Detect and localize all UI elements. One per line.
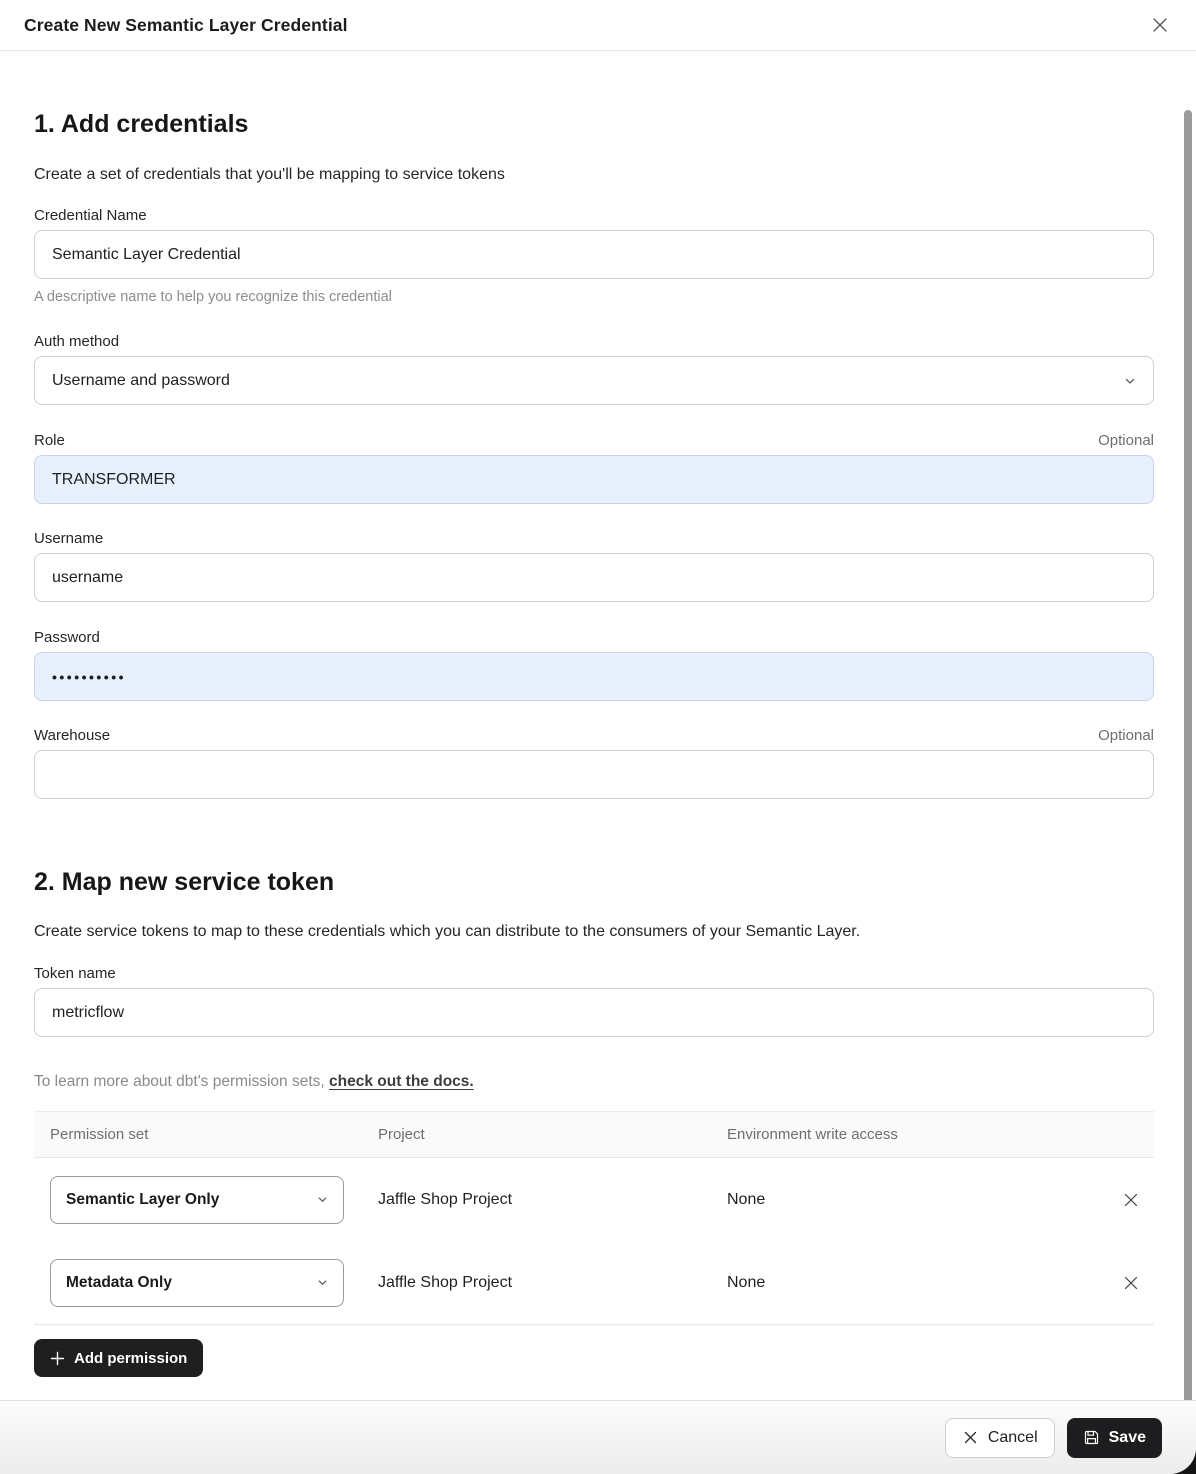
docs-text: To learn more about dbt's permission set…: [34, 1073, 329, 1090]
auth-method-value: Username and password: [52, 372, 230, 390]
credential-name-input[interactable]: [34, 230, 1154, 279]
remove-permission-button[interactable]: [1115, 1184, 1147, 1216]
permission-row: Semantic Layer Only Jaffle Shop Project …: [34, 1158, 1154, 1241]
add-permission-button[interactable]: Add permission: [34, 1339, 203, 1377]
permissions-table-header: Permission set Project Environment write…: [34, 1111, 1154, 1158]
cancel-button[interactable]: Cancel: [945, 1418, 1055, 1458]
token-name-label: Token name: [34, 963, 116, 984]
header-env-write-access: Environment write access: [727, 1126, 1108, 1143]
cancel-label: Cancel: [988, 1429, 1038, 1447]
chevron-down-icon: [316, 1276, 329, 1289]
username-label: Username: [34, 528, 103, 549]
create-credential-modal: Create New Semantic Layer Credential 1. …: [0, 0, 1196, 1474]
save-label: Save: [1109, 1429, 1146, 1447]
docs-line: To learn more about dbt's permission set…: [34, 1072, 1154, 1092]
role-input[interactable]: [34, 455, 1154, 504]
close-button[interactable]: [1146, 11, 1174, 39]
scrollbar-thumb[interactable]: [1184, 110, 1192, 1410]
header-permission-set: Permission set: [34, 1126, 378, 1143]
header-project: Project: [378, 1126, 727, 1143]
x-icon: [962, 1429, 979, 1446]
permission-set-value: Semantic Layer Only: [66, 1191, 219, 1209]
modal-title: Create New Semantic Layer Credential: [24, 15, 348, 36]
password-label: Password: [34, 627, 100, 648]
add-permission-label: Add permission: [74, 1350, 187, 1367]
remove-permission-button[interactable]: [1115, 1267, 1147, 1299]
section1-description: Create a set of credentials that you'll …: [34, 164, 1154, 185]
warehouse-optional-tag: Optional: [1098, 725, 1154, 746]
credential-name-helper: A descriptive name to help you recognize…: [34, 288, 1154, 307]
role-optional-tag: Optional: [1098, 430, 1154, 451]
permission-set-select[interactable]: Metadata Only: [50, 1259, 344, 1307]
project-cell: Jaffle Shop Project: [378, 1274, 727, 1292]
token-name-input[interactable]: [34, 988, 1154, 1037]
username-input[interactable]: [34, 553, 1154, 602]
auth-method-label: Auth method: [34, 331, 119, 352]
permission-set-select[interactable]: Semantic Layer Only: [50, 1176, 344, 1224]
role-label: Role: [34, 430, 65, 451]
x-icon: [1121, 1273, 1141, 1293]
password-input[interactable]: [34, 652, 1154, 701]
chevron-down-icon: [1123, 374, 1137, 388]
modal-body: 1. Add credentials Create a set of crede…: [0, 109, 1196, 1377]
section1-heading: 1. Add credentials: [34, 109, 1154, 140]
permissions-table: Permission set Project Environment write…: [34, 1111, 1154, 1325]
close-icon: [1149, 14, 1171, 36]
env-write-access-cell: None: [727, 1191, 1108, 1209]
warehouse-label: Warehouse: [34, 725, 110, 746]
project-cell: Jaffle Shop Project: [378, 1191, 727, 1209]
credential-name-label: Credential Name: [34, 205, 147, 226]
x-icon: [1121, 1190, 1141, 1210]
section2-description: Create service tokens to map to these cr…: [34, 921, 1154, 942]
docs-link[interactable]: check out the docs.: [329, 1073, 474, 1090]
floppy-disk-icon: [1083, 1429, 1100, 1446]
warehouse-input[interactable]: [34, 750, 1154, 799]
modal-header: Create New Semantic Layer Credential: [0, 0, 1196, 51]
permission-row: Metadata Only Jaffle Shop Project None: [34, 1241, 1154, 1324]
section2-heading: 2. Map new service token: [34, 867, 1154, 898]
modal-footer: Cancel Save: [0, 1400, 1196, 1474]
plus-icon: [50, 1351, 65, 1366]
auth-method-select[interactable]: Username and password: [34, 356, 1154, 405]
env-write-access-cell: None: [727, 1274, 1108, 1292]
save-button[interactable]: Save: [1067, 1418, 1162, 1458]
chevron-down-icon: [316, 1193, 329, 1206]
permission-set-value: Metadata Only: [66, 1274, 172, 1292]
